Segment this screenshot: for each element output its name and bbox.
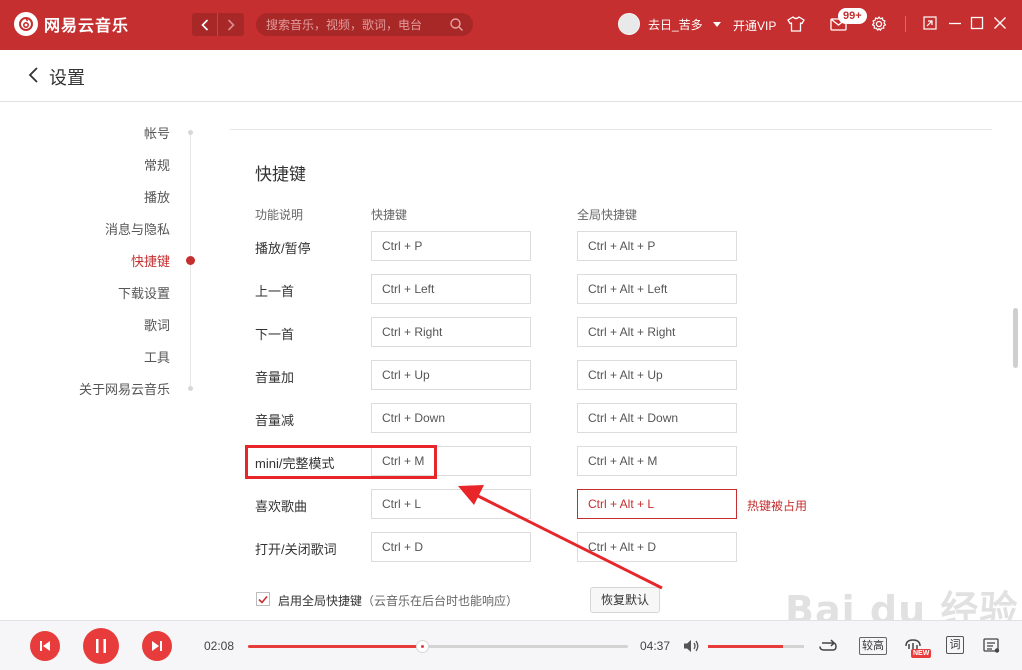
volume-icon[interactable] <box>680 635 702 657</box>
annotation-highlight-box <box>245 445 437 479</box>
sidebar-item-playback[interactable]: 播放 <box>10 187 170 206</box>
shortcut-input-previous[interactable] <box>371 274 531 304</box>
column-header-global: 全局快捷键 <box>577 208 638 222</box>
total-time: 04:37 <box>640 639 671 653</box>
history-nav <box>192 13 244 36</box>
forward-button[interactable] <box>218 13 244 36</box>
content-scrollbar[interactable] <box>1013 308 1018 368</box>
netease-music-window: 网易云音乐 去日_苦多 开通VIP <box>0 0 1022 670</box>
shortcut-label-toggle-lyrics: 打开/关闭歌词 <box>255 542 337 557</box>
vip-link[interactable]: 开通VIP <box>733 17 776 34</box>
global-shortcut-input-next[interactable] <box>577 317 737 347</box>
global-shortcut-input-volume-up[interactable] <box>577 360 737 390</box>
back-button[interactable] <box>192 13 218 36</box>
shortcut-label-previous: 上一首 <box>255 284 295 299</box>
repeat-icon[interactable] <box>817 635 839 657</box>
global-shortcut-input-volume-down[interactable] <box>577 403 737 433</box>
gear-icon[interactable] <box>869 14 889 34</box>
caret-down-icon[interactable] <box>712 21 721 27</box>
netease-logo-icon <box>14 12 38 36</box>
player-bar: 02:08 04:37 较高 NEW 词 <box>0 620 1022 670</box>
shortcut-input-next[interactable] <box>371 317 531 347</box>
desktop-lyrics-button[interactable]: 词 <box>946 636 964 654</box>
section-divider <box>230 129 992 130</box>
shortcut-label-volume-up: 音量加 <box>255 370 295 385</box>
shortcut-label-play-pause: 播放/暂停 <box>255 241 311 256</box>
pause-button[interactable] <box>83 628 119 664</box>
maximize-button[interactable] <box>969 15 985 31</box>
column-header-shortcut: 快捷键 <box>371 208 408 222</box>
pause-icon <box>96 639 106 653</box>
progress-fill <box>248 645 423 648</box>
current-time: 02:08 <box>204 639 235 653</box>
app-logo[interactable]: 网易云音乐 <box>14 12 129 36</box>
mini-mode-icon <box>923 16 937 30</box>
title-bar: 网易云音乐 去日_苦多 开通VIP <box>0 0 1022 50</box>
shortcut-input-play-pause[interactable] <box>371 231 531 261</box>
settings-nav: 帐号 常规 播放 消息与隐私 快捷键 下载设置 歌词 工具 关于网易云音乐 <box>0 102 200 620</box>
skip-previous-icon <box>40 641 50 651</box>
search-box <box>256 13 473 36</box>
global-shortcut-text: 启用全局快捷键 <box>278 594 363 608</box>
sidebar-item-shortcuts[interactable]: 快捷键 <box>10 251 170 270</box>
nav-dot <box>188 130 193 135</box>
user-menu[interactable]: 去日_苦多 <box>618 13 721 35</box>
minimize-icon <box>949 22 961 25</box>
checkmark-icon <box>258 595 268 604</box>
sidebar-item-about[interactable]: 关于网易云音乐 <box>10 379 170 398</box>
column-header-function: 功能说明 <box>255 208 304 222</box>
settings-header: 设置 <box>0 50 1022 102</box>
nav-dot <box>188 386 193 391</box>
chevron-right-icon <box>227 18 235 31</box>
close-icon <box>994 17 1006 29</box>
volume-slider[interactable] <box>708 645 804 648</box>
sidebar-item-privacy[interactable]: 消息与隐私 <box>10 219 170 238</box>
hotkey-conflict-warning: 热键被占用 <box>747 499 808 513</box>
shortcut-input-volume-up[interactable] <box>371 360 531 390</box>
progress-bar[interactable] <box>248 640 628 653</box>
user-name[interactable]: 去日_苦多 <box>648 16 703 33</box>
next-track-button[interactable] <box>142 631 172 661</box>
app-name: 网易云音乐 <box>44 18 130 35</box>
mini-mode-button[interactable] <box>922 15 938 31</box>
sidebar-item-tools[interactable]: 工具 <box>10 347 170 366</box>
shortcut-label-next: 下一首 <box>255 327 295 342</box>
sidebar-item-download[interactable]: 下载设置 <box>10 283 170 302</box>
global-shortcut-note: （云音乐在后台时也能响应） <box>362 594 519 608</box>
sidebar-item-account[interactable]: 帐号 <box>10 123 170 142</box>
nav-dot-active <box>186 256 195 265</box>
page-title: 设置 <box>49 68 85 88</box>
global-shortcut-input-previous[interactable] <box>577 274 737 304</box>
quality-selector[interactable]: 较高 <box>859 637 887 655</box>
sidebar-item-general[interactable]: 常规 <box>10 155 170 174</box>
title-divider <box>905 16 906 32</box>
shortcut-label-volume-down: 音量减 <box>255 413 295 428</box>
previous-track-button[interactable] <box>30 631 60 661</box>
search-icon[interactable] <box>449 17 464 32</box>
message-count-badge: 99+ <box>838 8 867 24</box>
annotation-arrow-icon <box>458 485 663 590</box>
minimize-button[interactable] <box>947 15 963 31</box>
volume-fill <box>708 645 783 648</box>
skin-icon[interactable] <box>786 14 806 34</box>
shortcut-input-volume-down[interactable] <box>371 403 531 433</box>
new-badge: NEW <box>911 649 932 658</box>
global-shortcut-input-play-pause[interactable] <box>577 231 737 261</box>
section-title: 快捷键 <box>255 165 306 184</box>
sidebar-item-lyrics[interactable]: 歌词 <box>10 315 170 334</box>
progress-handle[interactable] <box>416 640 430 653</box>
global-shortcut-checkbox[interactable] <box>256 592 270 606</box>
chevron-left-icon <box>200 18 208 31</box>
maximize-icon <box>970 16 984 30</box>
close-button[interactable] <box>992 15 1008 31</box>
search-input[interactable] <box>266 17 451 32</box>
playlist-icon[interactable] <box>981 635 1003 657</box>
skip-next-icon <box>152 641 162 651</box>
avatar[interactable] <box>618 13 640 35</box>
back-chevron-icon[interactable] <box>26 65 42 85</box>
shortcut-label-like-song: 喜欢歌曲 <box>255 499 308 514</box>
